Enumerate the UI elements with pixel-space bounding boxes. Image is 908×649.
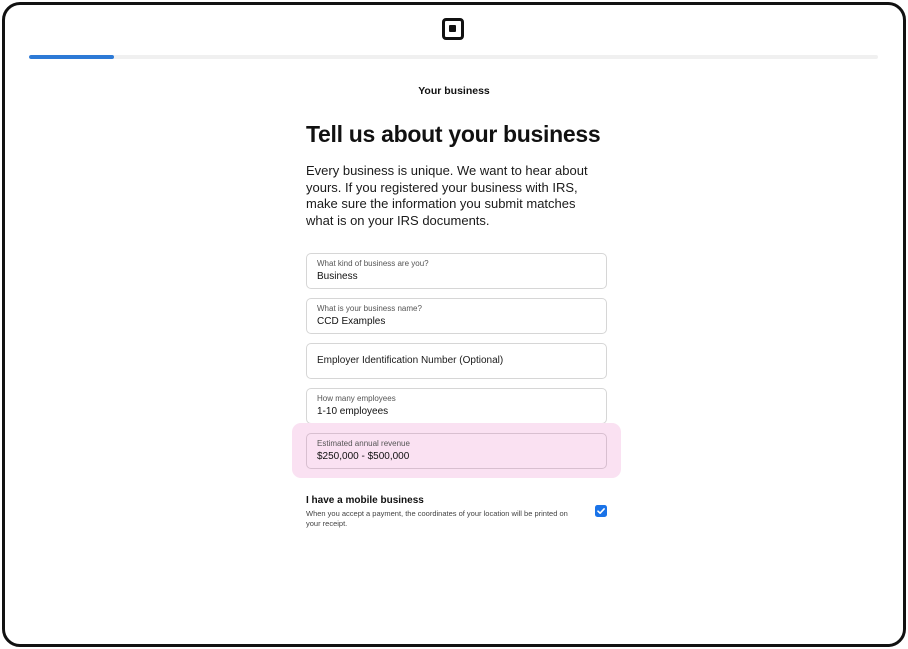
mobile-business-title: I have a mobile business	[306, 495, 424, 506]
employees-field[interactable]: How many employees 1-10 employees	[306, 388, 607, 424]
intro-text: Every business is unique. We want to hea…	[306, 163, 588, 228]
ein-field[interactable]: Employer Identification Number (Optional…	[306, 343, 607, 379]
business-name-label: What is your business name?	[317, 304, 422, 313]
revenue-field[interactable]: Estimated annual revenue $250,000 - $500…	[306, 433, 607, 469]
employees-label: How many employees	[317, 394, 396, 403]
step-label: Your business	[418, 85, 490, 97]
revenue-value: $250,000 - $500,000	[317, 451, 410, 462]
business-name-field[interactable]: What is your business name? CCD Examples	[306, 298, 607, 334]
revenue-label: Estimated annual revenue	[317, 439, 410, 448]
checkmark-icon	[597, 508, 605, 514]
business-name-value: CCD Examples	[317, 316, 386, 327]
business-type-field[interactable]: What kind of business are you? Business	[306, 253, 607, 289]
ein-placeholder: Employer Identification Number (Optional…	[317, 355, 504, 366]
page-title: Tell us about your business	[306, 121, 601, 147]
square-logo-icon	[442, 18, 464, 40]
mobile-business-checkbox[interactable]	[595, 505, 607, 517]
employees-value: 1-10 employees	[317, 406, 389, 417]
business-type-label: What kind of business are you?	[317, 259, 429, 268]
mobile-business-description: When you accept a payment, the coordinat…	[306, 509, 568, 528]
progress-bar	[29, 55, 878, 59]
business-type-value: Business	[317, 271, 358, 282]
progress-bar-fill	[29, 55, 114, 59]
